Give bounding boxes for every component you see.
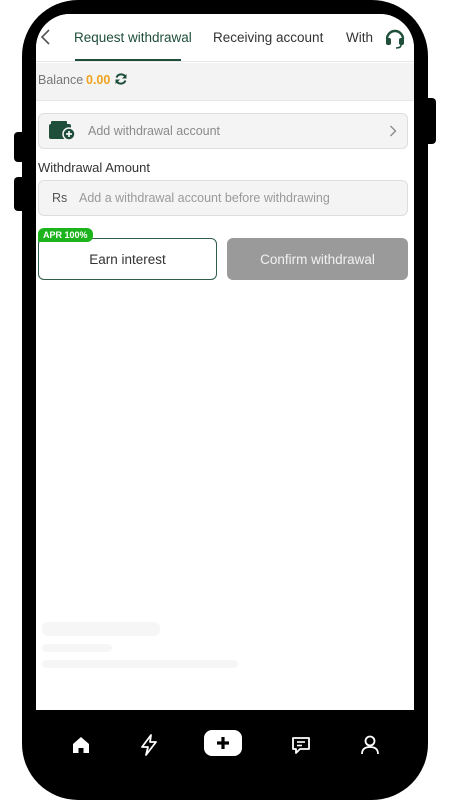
refresh-icon[interactable] — [114, 72, 128, 86]
plus-icon[interactable] — [204, 730, 242, 756]
wallet-add-icon — [49, 121, 75, 141]
tab-withdrawal-history[interactable]: With — [346, 30, 373, 45]
chevron-right-icon — [390, 125, 397, 137]
app-screen: Request withdrawal Receiving account Wit… — [36, 14, 414, 710]
active-tab-indicator — [75, 59, 181, 61]
withdrawal-amount-field: Rs — [38, 180, 408, 216]
tab-header: Request withdrawal Receiving account Wit… — [36, 14, 414, 62]
tab-request-withdrawal[interactable]: Request withdrawal — [74, 30, 192, 45]
balance-bar: Balance 0.00 — [36, 63, 414, 101]
earn-interest-button[interactable]: Earn interest — [38, 238, 217, 280]
user-icon[interactable] — [357, 732, 383, 758]
chat-icon[interactable] — [288, 732, 314, 758]
bottom-navigation — [22, 710, 428, 780]
balance-label: Balance — [38, 73, 84, 87]
apr-badge: APR 100% — [38, 228, 93, 242]
currency-label: Rs — [52, 191, 68, 205]
withdrawal-amount-input[interactable] — [79, 182, 401, 214]
add-withdrawal-account-row[interactable]: Add withdrawal account — [38, 113, 408, 149]
bolt-icon[interactable] — [136, 732, 162, 758]
skeleton-bar — [42, 644, 112, 652]
skeleton-bar — [42, 660, 238, 668]
home-icon[interactable] — [68, 732, 94, 758]
confirm-withdrawal-button[interactable]: Confirm withdrawal — [227, 238, 408, 280]
skeleton-bar — [42, 622, 160, 636]
headset-icon[interactable] — [384, 27, 406, 49]
chevron-left-icon[interactable] — [38, 28, 52, 46]
add-account-label: Add withdrawal account — [88, 124, 221, 138]
balance-value: 0.00 — [86, 73, 111, 87]
withdrawal-amount-title: Withdrawal Amount — [38, 160, 150, 175]
tab-receiving-account[interactable]: Receiving account — [213, 30, 323, 45]
